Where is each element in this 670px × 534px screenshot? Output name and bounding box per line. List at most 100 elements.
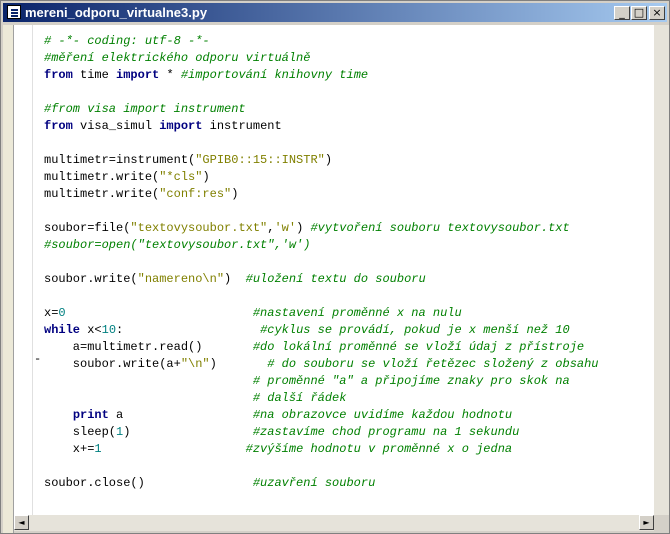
code-token: * (159, 68, 181, 82)
code-token: #na obrazovce uvidíme každou hodnotu (252, 408, 513, 422)
code-line[interactable] (44, 135, 599, 152)
code-token: soubor.close() (44, 476, 253, 490)
code-line[interactable] (44, 288, 599, 305)
code-token: #nastavení proměnné x na nulu (252, 306, 462, 320)
code-line[interactable]: multimetr=instrument("GPIB0::15::INSTR") (44, 152, 599, 169)
code-token: ) (202, 170, 210, 184)
code-token: "\n" (180, 357, 210, 371)
code-token: #from visa import instrument (44, 102, 246, 116)
code-token: soubor.write(a+ (44, 357, 181, 371)
python-file-icon (7, 5, 21, 19)
maximize-button[interactable]: □ (631, 6, 647, 20)
left-dock-strip (3, 25, 14, 533)
code-token: while (44, 323, 81, 337)
minimize-button[interactable]: _ (614, 6, 630, 20)
code-line[interactable]: soubor.write("namereno\n") #uložení text… (44, 271, 599, 288)
code-token: "textovysoubor.txt" (130, 221, 268, 235)
code-line[interactable]: # proměnné "a" a připojíme znaky pro sko… (44, 373, 599, 390)
code-token: multimetr.write( (44, 170, 160, 184)
code-token: #zastavíme chod programu na 1 sekundu (252, 425, 520, 439)
code-token: "conf:res" (159, 187, 232, 201)
code-line[interactable] (44, 458, 599, 475)
code-token: multimetr=instrument( (44, 153, 196, 167)
code-token: #měření elektrického odporu virtuálně (44, 51, 311, 65)
code-line[interactable]: # další řádek (44, 390, 599, 407)
code-token: a=multimetr.read() (44, 340, 253, 354)
code-token: # -*- coding: utf-8 -*- (44, 34, 210, 48)
title-bar[interactable]: mereni_odporu_virtualne3.py _ □ × (3, 3, 667, 22)
code-line[interactable]: soubor.write(a+"\n") # do souboru se vlo… (44, 356, 599, 373)
horizontal-scrollbar[interactable]: ◄ ► (14, 515, 654, 531)
code-token: 1 (94, 442, 102, 456)
code-line[interactable] (44, 254, 599, 271)
scroll-left-button[interactable]: ◄ (14, 515, 29, 530)
code-token: 0 (58, 306, 66, 320)
code-token: # do souboru se vloží řetězec složený z … (267, 357, 599, 371)
code-token: ) (123, 425, 253, 439)
code-token: sleep( (44, 425, 117, 439)
code-line[interactable]: # -*- coding: utf-8 -*- (44, 33, 599, 50)
window-title: mereni_odporu_virtualne3.py (25, 5, 208, 20)
code-line[interactable]: soubor.close() #uzavření souboru (44, 475, 599, 492)
code-token: ) (324, 153, 333, 167)
code-line[interactable] (44, 203, 599, 220)
code-token: : (116, 323, 261, 337)
code-token: x< (80, 323, 102, 337)
code-token: print (72, 408, 109, 422)
code-line[interactable]: multimetr.write("conf:res") (44, 186, 599, 203)
code-token: multimetr.write( (44, 187, 160, 201)
code-line[interactable]: while x<10: #cyklus se provádí, pokud je… (44, 322, 599, 339)
line-gutter (14, 25, 33, 515)
code-token: #do lokální proměnné se vloží údaj z pří… (252, 340, 585, 354)
code-token: ) (209, 357, 268, 371)
code-token: # proměnné "a" a připojíme znaky pro sko… (252, 374, 570, 388)
scrollbar-corner (654, 515, 669, 531)
vertical-scrollbar[interactable] (654, 25, 669, 515)
code-line[interactable]: sleep(1) #zastavíme chod programu na 1 s… (44, 424, 599, 441)
close-button[interactable]: × (649, 6, 665, 20)
code-token: a (108, 408, 253, 422)
code-token: "*cls" (159, 170, 203, 184)
source-code[interactable]: # -*- coding: utf-8 -*- #měření elektrick… (44, 33, 599, 492)
code-line[interactable]: #from visa import instrument (44, 101, 599, 118)
scroll-right-button[interactable]: ► (639, 515, 654, 530)
code-token: import (159, 119, 203, 133)
code-line[interactable]: from time import * #importování knihovny… (44, 67, 599, 84)
code-token: ) (231, 187, 239, 201)
fold-marker[interactable]: - (34, 352, 41, 366)
code-token: "namereno\n" (137, 272, 225, 286)
code-line[interactable]: #měření elektrického odporu virtuálně (44, 50, 599, 67)
code-line[interactable]: x=0 #nastavení proměnné x na nulu (44, 305, 599, 322)
code-token: #cyklus se provádí, pokud je x menší než… (260, 323, 570, 337)
code-line[interactable]: from visa_simul import instrument (44, 118, 599, 135)
code-token: #zvýšíme hodnotu v proměnné x o jedna (245, 442, 513, 456)
code-line[interactable] (44, 84, 599, 101)
code-line[interactable]: #soubor=open("textovysoubor.txt",'w') (44, 237, 599, 254)
code-editor[interactable]: - # -*- coding: utf-8 -*- #měření elektri… (14, 25, 654, 515)
code-token: time (72, 68, 117, 82)
code-token: #importování knihovny time (180, 68, 369, 82)
code-token: 10 (101, 323, 117, 337)
code-token: #uložení textu do souboru (245, 272, 426, 286)
code-token: import (116, 68, 160, 82)
code-token: instrument (202, 119, 282, 133)
code-line[interactable]: a=multimetr.read() #do lokální proměnné … (44, 339, 599, 356)
code-token: #uzavření souboru (252, 476, 376, 490)
code-token: x= (44, 306, 59, 320)
code-token: # další řádek (252, 391, 347, 405)
code-token: x+= (44, 442, 95, 456)
editor-window: mereni_odporu_virtualne3.py _ □ × - # -*… (0, 0, 670, 534)
code-token: 'w' (274, 221, 297, 235)
code-line[interactable]: x+=1 #zvýšíme hodnotu v proměnné x o jed… (44, 441, 599, 458)
code-token: #soubor=open("textovysoubor.txt",'w') (44, 238, 311, 252)
code-token: soubor.write( (44, 272, 138, 286)
code-token: visa_simul (72, 119, 160, 133)
code-line[interactable]: print a #na obrazovce uvidíme každou hod… (44, 407, 599, 424)
code-line[interactable]: soubor=file("textovysoubor.txt",'w') #vy… (44, 220, 599, 237)
code-line[interactable]: multimetr.write("*cls") (44, 169, 599, 186)
